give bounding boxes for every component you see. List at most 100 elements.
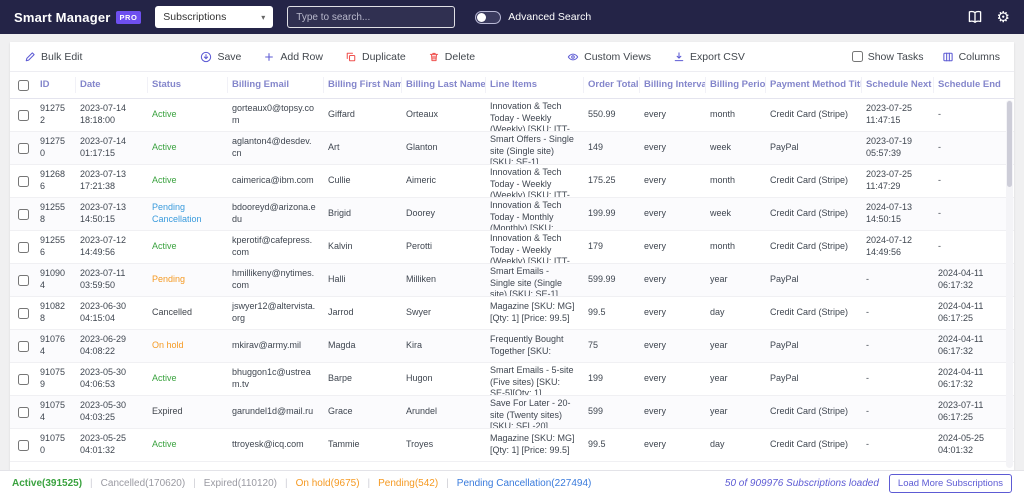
- cell-billing-first-name[interactable]: Brigid: [324, 206, 402, 222]
- cell-date[interactable]: 2023-06-30 04:15:04: [76, 299, 148, 326]
- cell-id[interactable]: 912558: [36, 200, 76, 227]
- column-header-date[interactable]: Date: [76, 77, 148, 93]
- cell-schedule-end[interactable]: -: [934, 206, 1014, 222]
- row-checkbox[interactable]: [17, 274, 29, 286]
- footer-status-expired[interactable]: Expired(110120): [204, 478, 277, 489]
- show-tasks-control[interactable]: Show Tasks: [851, 51, 924, 63]
- column-header-id[interactable]: ID: [36, 77, 76, 93]
- cell-id[interactable]: 910904: [36, 266, 76, 293]
- cell-status[interactable]: Active: [148, 140, 228, 156]
- cell-line-items[interactable]: Smart Emails - 5-site (Five sites) [SKU:…: [486, 363, 584, 395]
- cell-line-items[interactable]: Innovation & Tech Today - Monthly (Month…: [486, 198, 584, 230]
- cell-billing-period[interactable]: week: [706, 140, 766, 156]
- cell-status[interactable]: Active: [148, 107, 228, 123]
- cell-id[interactable]: 910759: [36, 365, 76, 392]
- column-header-payment-method-title[interactable]: Payment Method Title: [766, 77, 862, 93]
- cell-billing-interval[interactable]: every: [640, 272, 706, 288]
- cell-order-total[interactable]: 599.99: [584, 272, 640, 288]
- cell-billing-last-name[interactable]: Doorey: [402, 206, 486, 222]
- cell-order-total[interactable]: 175.25: [584, 173, 640, 189]
- cell-order-total[interactable]: 149: [584, 140, 640, 156]
- cell-billing-period[interactable]: day: [706, 305, 766, 321]
- row-checkbox[interactable]: [17, 439, 29, 451]
- cell-line-items[interactable]: Save For Later - 20-site (Twenty sites) …: [486, 396, 584, 428]
- cell-billing-email[interactable]: bhuggon1c@ustream.tv: [228, 365, 324, 392]
- cell-billing-last-name[interactable]: Orteaux: [402, 107, 486, 123]
- row-checkbox[interactable]: [17, 208, 29, 220]
- column-header-status[interactable]: Status: [148, 77, 228, 93]
- cell-line-items[interactable]: Frequently Bought Together [SKU:: [486, 332, 584, 359]
- row-checkbox[interactable]: [17, 340, 29, 352]
- cell-id[interactable]: 912752: [36, 101, 76, 128]
- cell-billing-period[interactable]: year: [706, 371, 766, 387]
- cell-line-items[interactable]: Innovation & Tech Today - Weekly (Weekly…: [486, 231, 584, 263]
- cell-order-total[interactable]: 599: [584, 404, 640, 420]
- cell-schedule-next[interactable]: 2023-07-25 11:47:29: [862, 167, 934, 194]
- cell-date[interactable]: 2023-07-12 14:49:56: [76, 233, 148, 260]
- bulk-edit-button[interactable]: Bulk Edit: [24, 51, 82, 63]
- cell-payment-method-title[interactable]: Credit Card (Stripe): [766, 173, 862, 189]
- cell-date[interactable]: 2023-07-11 03:59:50: [76, 266, 148, 293]
- cell-schedule-end[interactable]: -: [934, 173, 1014, 189]
- cell-billing-last-name[interactable]: Glanton: [402, 140, 486, 156]
- row-checkbox[interactable]: [17, 373, 29, 385]
- cell-line-items[interactable]: Smart Offers - Single site (Single site)…: [486, 132, 584, 164]
- cell-billing-email[interactable]: garundel1d@mail.ru: [228, 404, 324, 420]
- cell-billing-email[interactable]: jswyer12@altervista.org: [228, 299, 324, 326]
- cell-date[interactable]: 2023-07-13 14:50:15: [76, 200, 148, 227]
- cell-billing-period[interactable]: year: [706, 404, 766, 420]
- cell-date[interactable]: 2023-05-30 04:03:25: [76, 398, 148, 425]
- cell-billing-first-name[interactable]: Tammie: [324, 437, 402, 453]
- cell-billing-interval[interactable]: every: [640, 437, 706, 453]
- vertical-scrollbar[interactable]: [1006, 100, 1013, 468]
- row-checkbox[interactable]: [17, 109, 29, 121]
- cell-order-total[interactable]: 99.5: [584, 305, 640, 321]
- cell-billing-interval[interactable]: every: [640, 371, 706, 387]
- cell-order-total[interactable]: 99.5: [584, 437, 640, 453]
- cell-schedule-next[interactable]: 2023-07-25 11:47:15: [862, 101, 934, 128]
- gear-icon[interactable]: ⚙: [997, 10, 1010, 25]
- cell-billing-interval[interactable]: every: [640, 173, 706, 189]
- cell-schedule-end[interactable]: 2024-04-11 06:17:32: [934, 332, 1014, 359]
- column-header-billing-last-name[interactable]: Billing Last Name: [402, 77, 486, 93]
- cell-payment-method-title[interactable]: Credit Card (Stripe): [766, 305, 862, 321]
- column-header-billing-interval[interactable]: Billing Interval: [640, 77, 706, 93]
- row-checkbox[interactable]: [17, 406, 29, 418]
- delete-button[interactable]: Delete: [428, 51, 475, 63]
- footer-status-cancelled[interactable]: Cancelled(170620): [101, 478, 186, 489]
- cell-billing-period[interactable]: week: [706, 206, 766, 222]
- cell-payment-method-title[interactable]: PayPal: [766, 272, 862, 288]
- cell-billing-last-name[interactable]: Aimeric: [402, 173, 486, 189]
- cell-order-total[interactable]: 199: [584, 371, 640, 387]
- cell-billing-interval[interactable]: every: [640, 404, 706, 420]
- cell-line-items[interactable]: Innovation & Tech Today - Weekly (Weekly…: [486, 165, 584, 197]
- cell-payment-method-title[interactable]: Credit Card (Stripe): [766, 437, 862, 453]
- cell-payment-method-title[interactable]: PayPal: [766, 371, 862, 387]
- dashboard-select[interactable]: Subscriptions ▾: [155, 6, 274, 28]
- cell-billing-interval[interactable]: every: [640, 305, 706, 321]
- row-checkbox[interactable]: [17, 241, 29, 253]
- advanced-search-toggle[interactable]: [475, 10, 502, 24]
- cell-schedule-end[interactable]: 2024-04-11 06:17:25: [934, 299, 1014, 326]
- custom-views-button[interactable]: Custom Views: [567, 51, 651, 63]
- cell-billing-first-name[interactable]: Art: [324, 140, 402, 156]
- cell-date[interactable]: 2023-07-14 01:17:15: [76, 134, 148, 161]
- cell-status[interactable]: Active: [148, 173, 228, 189]
- cell-payment-method-title[interactable]: Credit Card (Stripe): [766, 107, 862, 123]
- cell-schedule-end[interactable]: -: [934, 107, 1014, 123]
- cell-billing-interval[interactable]: every: [640, 107, 706, 123]
- cell-line-items[interactable]: Magazine [SKU: MG][Qty: 1] [Price: 99.5]: [486, 299, 584, 326]
- cell-billing-interval[interactable]: every: [640, 206, 706, 222]
- cell-date[interactable]: 2023-07-14 18:18:00: [76, 101, 148, 128]
- cell-order-total[interactable]: 550.99: [584, 107, 640, 123]
- cell-schedule-next[interactable]: 2024-07-13 14:50:15: [862, 200, 934, 227]
- save-button[interactable]: Save: [200, 51, 241, 63]
- row-checkbox[interactable]: [17, 307, 29, 319]
- cell-schedule-end[interactable]: -: [934, 140, 1014, 156]
- row-checkbox[interactable]: [17, 142, 29, 154]
- cell-billing-period[interactable]: year: [706, 272, 766, 288]
- cell-billing-email[interactable]: caimerica@ibm.com: [228, 173, 324, 189]
- cell-billing-period[interactable]: month: [706, 239, 766, 255]
- docs-icon[interactable]: [967, 9, 983, 25]
- column-header-billing-email[interactable]: Billing Email: [228, 77, 324, 93]
